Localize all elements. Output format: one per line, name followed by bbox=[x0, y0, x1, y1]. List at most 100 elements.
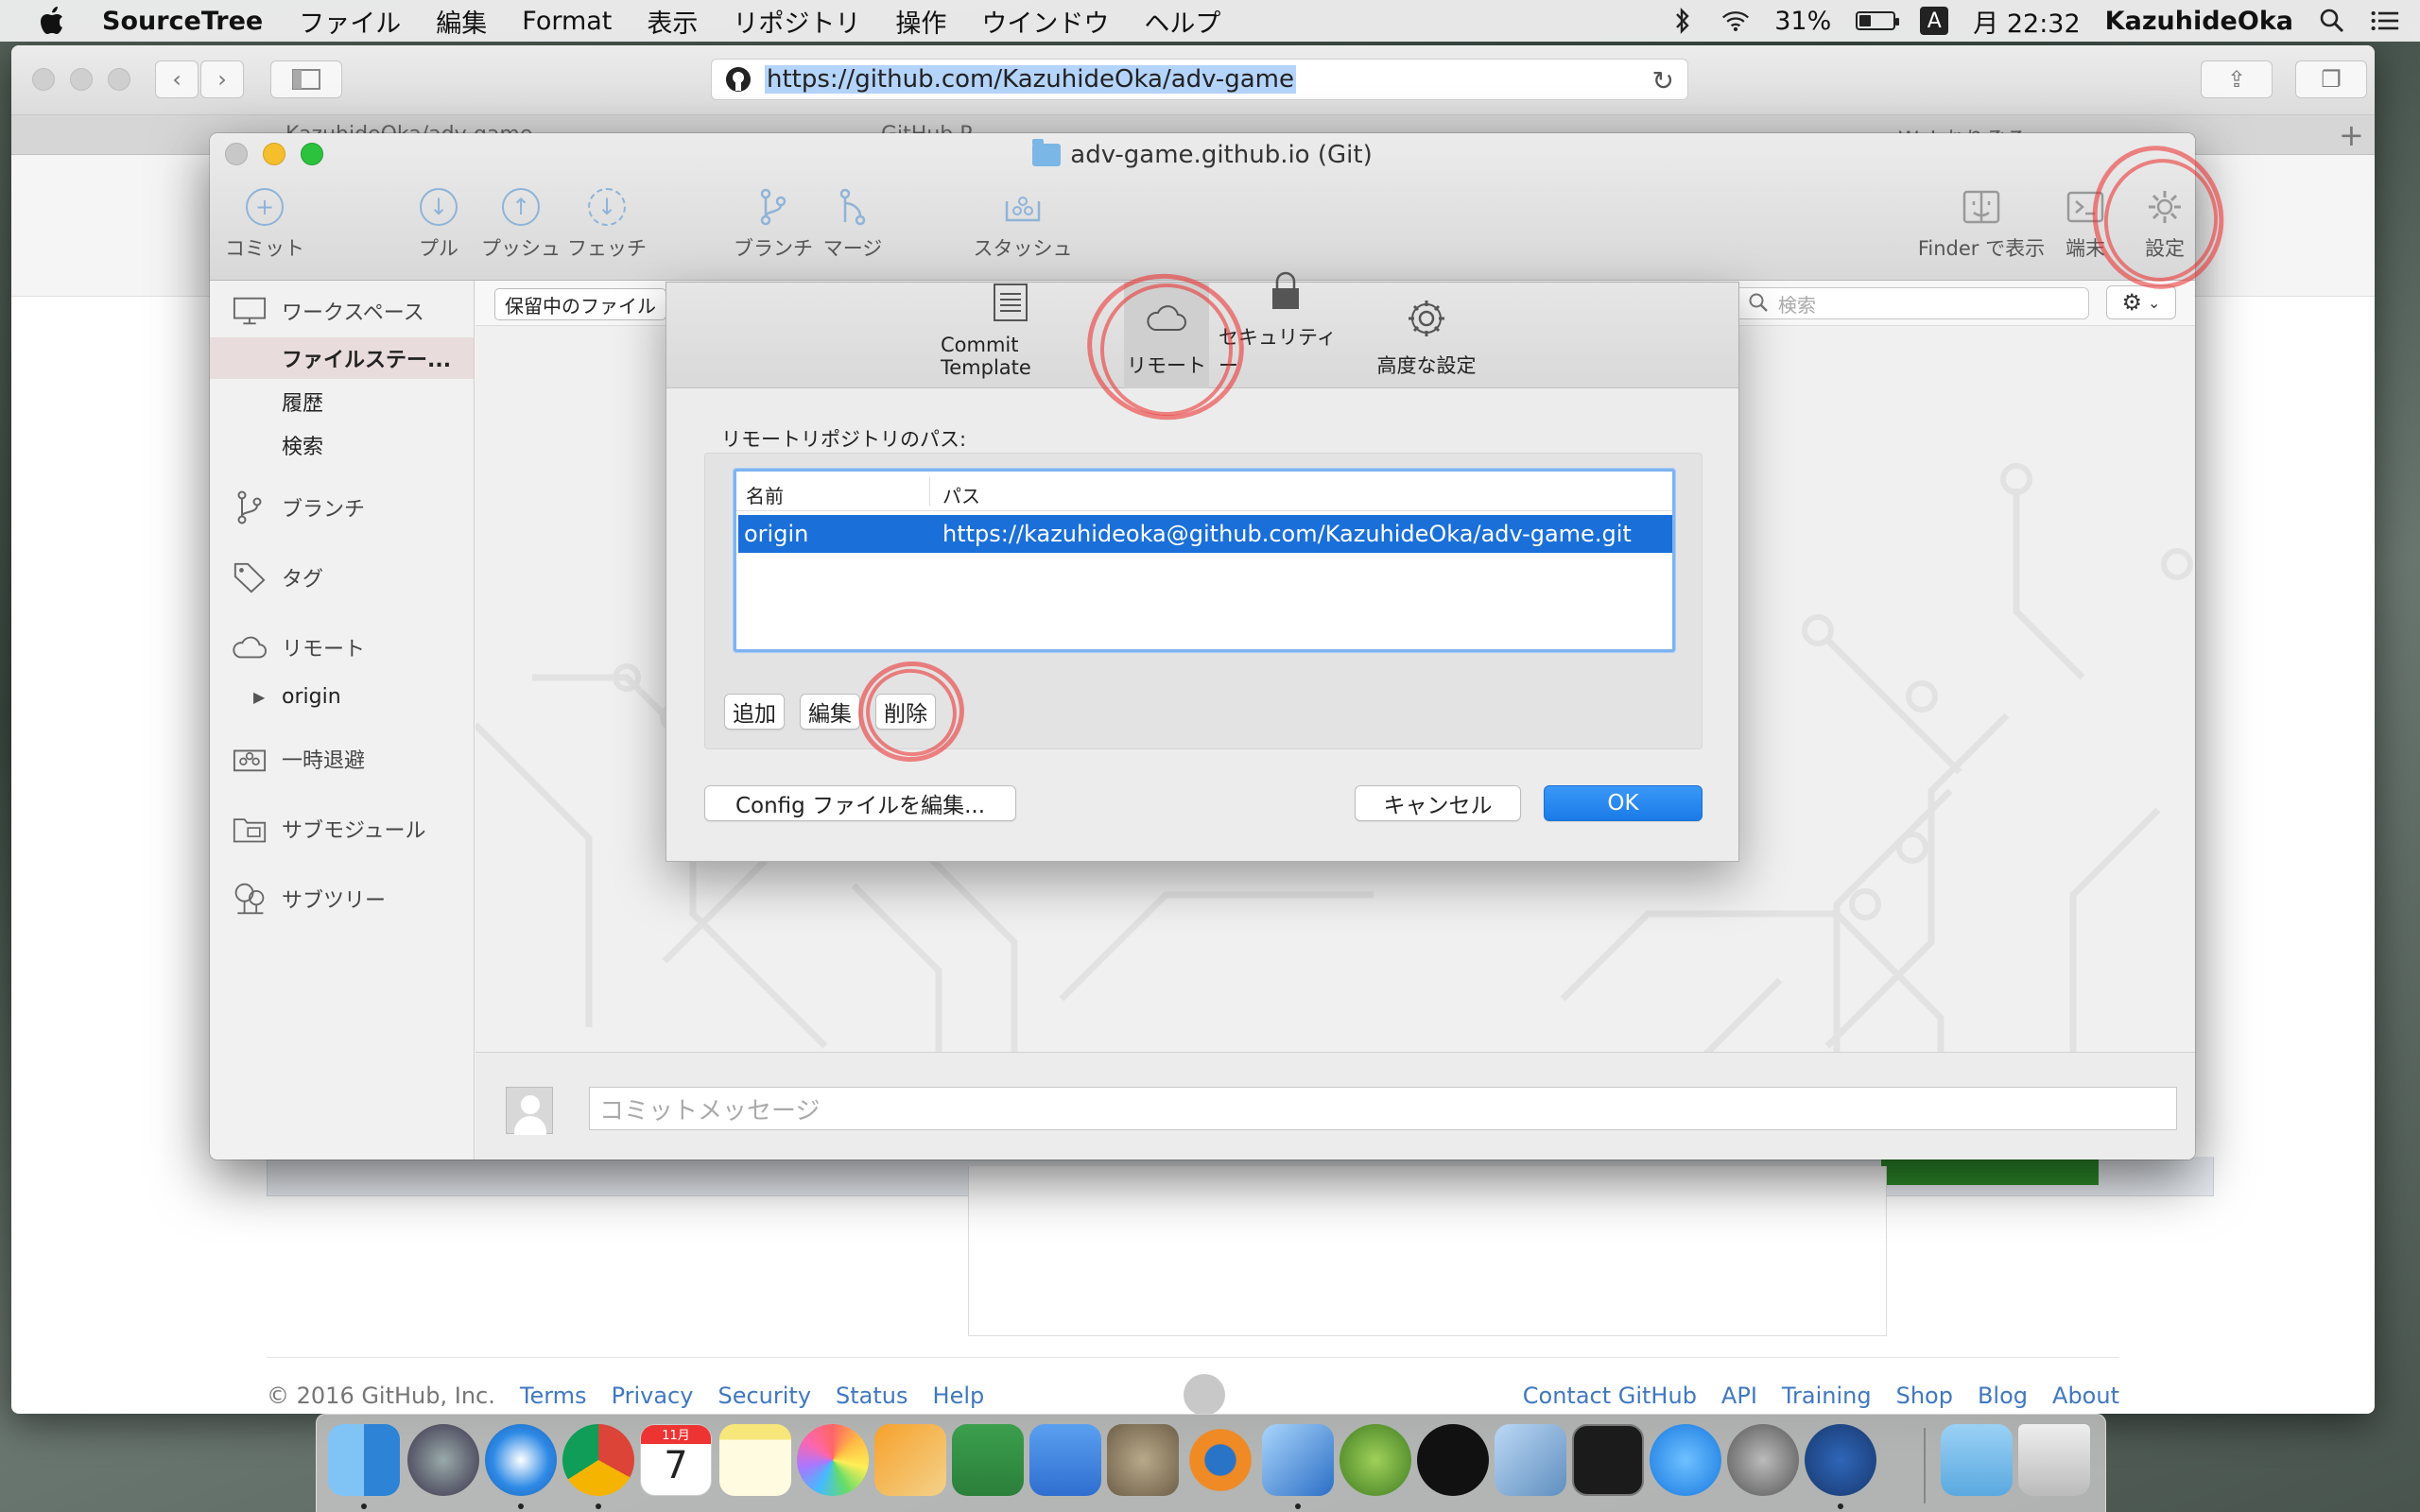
sidebar-item-history[interactable]: 履歴 bbox=[210, 381, 474, 422]
pending-files-select[interactable]: 保留中のファイル bbox=[494, 288, 666, 320]
trash-icon[interactable] bbox=[2018, 1424, 2090, 1496]
footer-link-help[interactable]: Help bbox=[933, 1383, 985, 1409]
menu-repository[interactable]: リポジトリ bbox=[733, 3, 860, 40]
terminal-button[interactable]: 端末 bbox=[2048, 188, 2123, 262]
notes-icon[interactable] bbox=[719, 1424, 791, 1496]
launchpad-icon[interactable] bbox=[407, 1424, 479, 1496]
footer-link-terms[interactable]: Terms bbox=[520, 1383, 587, 1409]
settings-button[interactable]: 設定 bbox=[2127, 188, 2195, 262]
blender-icon[interactable] bbox=[1184, 1424, 1256, 1496]
menu-window[interactable]: ウインドウ bbox=[981, 3, 1109, 40]
sourcetree-search-input[interactable]: 検索 bbox=[1730, 287, 2089, 319]
edit-config-file-button[interactable]: Config ファイルを編集... bbox=[704, 785, 1016, 821]
footer-link-contact[interactable]: Contact GitHub bbox=[1523, 1383, 1697, 1409]
safari-share-button[interactable]: ⇪ bbox=[2201, 60, 2273, 98]
xcode-icon[interactable] bbox=[1262, 1424, 1334, 1509]
remote-paths-table[interactable]: 名前 パス origin https://kazuhideoka@github.… bbox=[734, 469, 1675, 652]
sidebar-item-branches[interactable]: ブランチ bbox=[210, 487, 474, 528]
sidebar-item-subtrees[interactable]: サブツリー bbox=[210, 878, 474, 919]
menu-help[interactable]: ヘルプ bbox=[1144, 3, 1220, 40]
footer-link-about[interactable]: About bbox=[2052, 1383, 2119, 1409]
app-name-menu[interactable]: SourceTree bbox=[102, 7, 263, 36]
wifi-icon[interactable] bbox=[1721, 7, 1750, 35]
virtualbox-icon[interactable] bbox=[1495, 1424, 1566, 1496]
branch-button[interactable]: ブランチ bbox=[726, 188, 821, 262]
photos-icon[interactable] bbox=[797, 1424, 869, 1496]
spotlight-search-icon[interactable] bbox=[2318, 7, 2346, 35]
footer-link-security[interactable]: Security bbox=[717, 1383, 811, 1409]
stash-button[interactable]: スタッシュ bbox=[966, 188, 1080, 262]
footer-link-shop[interactable]: Shop bbox=[1896, 1383, 1953, 1409]
safari-tabs-button[interactable]: ❐ bbox=[2295, 60, 2367, 98]
downloads-folder-icon[interactable] bbox=[1941, 1424, 2013, 1496]
calendar-icon[interactable]: 11月 7 bbox=[640, 1424, 712, 1496]
commit-button[interactable]: + コミット bbox=[225, 188, 304, 262]
footer-link-blog[interactable]: Blog bbox=[1978, 1383, 2028, 1409]
apple-menu-icon[interactable] bbox=[38, 5, 66, 37]
table-row[interactable]: origin https://kazuhideoka@github.com/Ka… bbox=[738, 515, 1672, 553]
tab-advanced[interactable]: 高度な設定 bbox=[1370, 283, 1483, 388]
safari-minimize-button[interactable] bbox=[70, 68, 93, 91]
ok-button[interactable]: OK bbox=[1544, 785, 1703, 821]
safari-reload-icon[interactable]: ↻ bbox=[1652, 65, 1674, 96]
sidebar-item-remotes[interactable]: リモート bbox=[210, 627, 474, 668]
sidebar-item-file-status[interactable]: ファイルステー... bbox=[210, 337, 474, 379]
menu-view[interactable]: 表示 bbox=[647, 3, 698, 40]
tab-security[interactable]: セキュリティー bbox=[1219, 271, 1353, 388]
pages-icon[interactable] bbox=[874, 1424, 946, 1496]
footer-link-training[interactable]: Training bbox=[1782, 1383, 1872, 1409]
keynote-icon[interactable] bbox=[1029, 1424, 1101, 1496]
menu-actions[interactable]: 操作 bbox=[895, 3, 946, 40]
tab-commit-template[interactable]: Commit Template bbox=[941, 283, 1080, 388]
system-preferences-icon[interactable] bbox=[1727, 1424, 1799, 1496]
safari-icon[interactable] bbox=[485, 1424, 557, 1509]
add-remote-button[interactable]: 追加 bbox=[724, 694, 785, 730]
sidebar-item-origin[interactable]: ▶ origin bbox=[210, 676, 474, 717]
sidebar-item-tags[interactable]: タグ bbox=[210, 557, 474, 598]
column-header-path[interactable]: パス bbox=[942, 481, 980, 508]
merge-button[interactable]: マージ bbox=[815, 188, 890, 262]
safari-close-button[interactable] bbox=[32, 68, 55, 91]
show-in-finder-button[interactable]: Finder で表示 bbox=[1896, 188, 2066, 262]
battery-percent[interactable]: 31% bbox=[1774, 7, 1831, 36]
notification-center-icon[interactable] bbox=[2371, 7, 2399, 35]
commit-message-input[interactable]: コミットメッセージ bbox=[589, 1087, 2177, 1130]
gimp-icon[interactable] bbox=[1107, 1424, 1179, 1496]
cancel-button[interactable]: キャンセル bbox=[1355, 785, 1521, 821]
safari-sidebar-button[interactable] bbox=[270, 60, 342, 98]
sidebar-item-submodules[interactable]: サブモジュール bbox=[210, 808, 474, 850]
fetch-button[interactable]: ↓ フェッチ bbox=[560, 188, 654, 262]
sidebar-item-search[interactable]: 検索 bbox=[210, 424, 474, 466]
terminal-icon[interactable] bbox=[1572, 1424, 1644, 1496]
numbers-icon[interactable] bbox=[952, 1424, 1024, 1496]
finder-icon[interactable] bbox=[328, 1424, 400, 1509]
menubar-clock[interactable]: 月 22:32 bbox=[1973, 3, 2080, 40]
bluetooth-icon[interactable] bbox=[1668, 7, 1697, 35]
menu-file[interactable]: ファイル bbox=[299, 3, 401, 40]
menu-edit[interactable]: 編集 bbox=[436, 3, 487, 40]
tab-remote[interactable]: リモート bbox=[1124, 283, 1209, 388]
chrome-icon[interactable] bbox=[562, 1424, 634, 1509]
app-store-icon[interactable] bbox=[1650, 1424, 1721, 1496]
safari-back-button[interactable]: ‹ bbox=[155, 60, 199, 98]
footer-link-status[interactable]: Status bbox=[836, 1383, 908, 1409]
b3-icon[interactable] bbox=[1417, 1424, 1489, 1496]
footer-link-privacy[interactable]: Privacy bbox=[612, 1383, 694, 1409]
menubar-user[interactable]: KazuhideOka bbox=[2105, 7, 2293, 36]
edit-remote-button[interactable]: 編集 bbox=[800, 694, 860, 730]
safari-address-bar[interactable]: https://github.com/KazuhideOka/adv-game … bbox=[711, 59, 1688, 100]
delete-remote-button[interactable]: 削除 bbox=[875, 694, 936, 730]
safari-new-tab-icon[interactable]: + bbox=[2339, 117, 2364, 153]
column-header-name[interactable]: 名前 bbox=[746, 481, 784, 508]
disclosure-triangle-icon[interactable]: ▶ bbox=[253, 688, 265, 706]
footer-link-api[interactable]: API bbox=[1721, 1383, 1757, 1409]
safari-zoom-button[interactable] bbox=[108, 68, 130, 91]
android-studio-icon[interactable] bbox=[1340, 1424, 1411, 1496]
safari-forward-button[interactable]: › bbox=[200, 60, 244, 98]
github-mark-icon[interactable] bbox=[1184, 1374, 1225, 1414]
sourcetree-icon[interactable] bbox=[1805, 1424, 1876, 1509]
menu-format[interactable]: Format bbox=[522, 7, 612, 36]
action-gear-dropdown[interactable]: ⚙ ⌄ bbox=[2106, 285, 2176, 319]
input-method-badge[interactable]: A bbox=[1920, 7, 1949, 35]
sidebar-item-stashes[interactable]: 一時退避 bbox=[210, 738, 474, 780]
